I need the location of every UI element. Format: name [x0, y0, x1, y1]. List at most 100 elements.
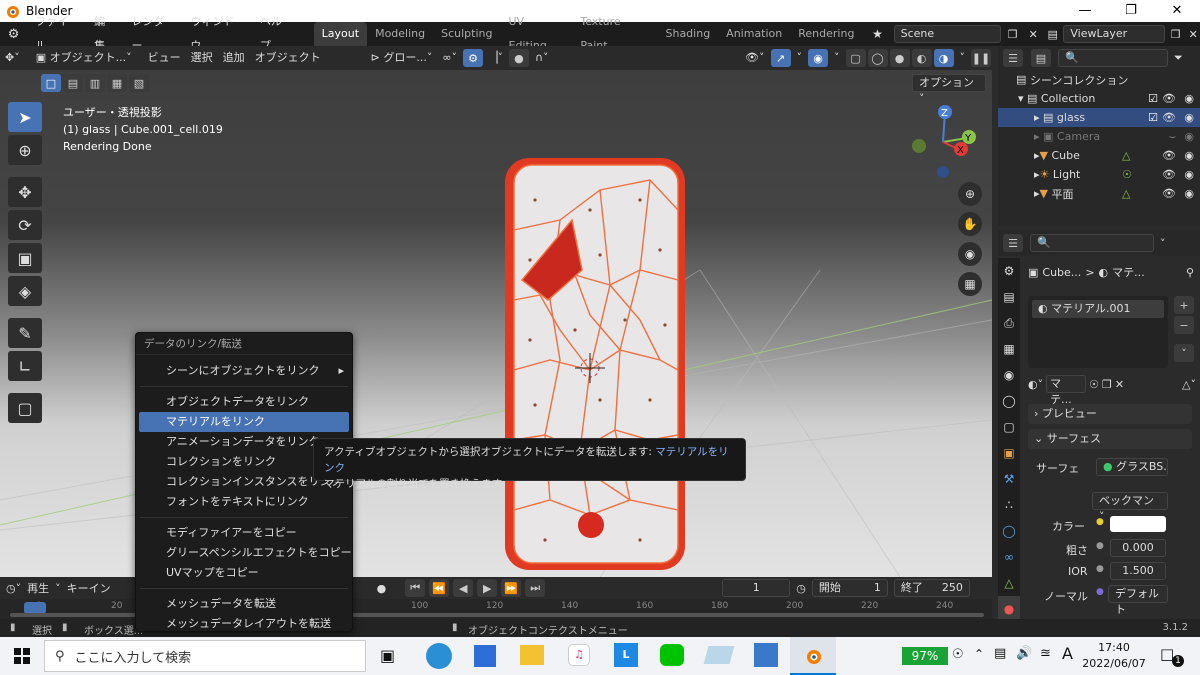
material-name-field[interactable]: マテ...	[1046, 375, 1087, 406]
next-key-icon[interactable]: ⏩	[501, 579, 522, 597]
wifi-icon[interactable]: ≊	[1040, 646, 1051, 661]
eye-icon[interactable]: 👁	[1162, 149, 1176, 162]
menu-item-copy-gp-effects[interactable]: グリースペンシルエフェクトをコピー	[136, 543, 352, 563]
menu-object[interactable]: オブジェクト	[250, 49, 326, 67]
outliner-scene-collection[interactable]: ▤ シーンコレクション	[998, 70, 1200, 89]
pause-render-icon[interactable]: ❚❚	[971, 49, 991, 67]
slot-menu-icon[interactable]: ˅	[1174, 344, 1194, 362]
pivot-icon[interactable]: ∞˅	[437, 49, 462, 67]
maximize-button[interactable]: ❐	[1108, 0, 1154, 22]
outliner-display-icon[interactable]: ▤	[1031, 49, 1051, 67]
keying-menu[interactable]: キーイン	[67, 580, 111, 596]
surface-shader-field[interactable]: ● グラスBS...	[1096, 458, 1168, 476]
camera-icon[interactable]: ◉	[1184, 92, 1194, 105]
select-intersect-icon[interactable]: ▧	[129, 74, 149, 92]
collection-tab-icon[interactable]: ▢	[998, 414, 1020, 440]
camera-view-icon[interactable]: ◉	[958, 242, 982, 266]
network-icon[interactable]: ▤	[994, 646, 1006, 661]
eye-closed-icon[interactable]: ⌣	[1169, 130, 1176, 144]
windows-start-icon[interactable]	[14, 648, 30, 664]
tab-modeling[interactable]: Modeling	[367, 22, 433, 46]
eye-icon[interactable]: 👁	[1162, 187, 1176, 200]
normal-field[interactable]: デフォルト	[1108, 585, 1168, 616]
select-tool-icon[interactable]: ➤	[8, 102, 42, 132]
tab-sculpting[interactable]: Sculpting	[433, 22, 500, 46]
visibility-icon[interactable]: 👁˅	[740, 49, 769, 67]
duplicate-material-icon[interactable]: ❐	[1102, 378, 1112, 391]
surface-panel-header[interactable]: ⌄ サーフェス	[1028, 429, 1192, 449]
camera-icon[interactable]: ◉	[1184, 187, 1194, 200]
ortho-grid-icon[interactable]: ▦	[958, 272, 982, 296]
outliner-item-glass[interactable]: ▸ ▤ glass ☑ 👁 ◉	[998, 108, 1200, 127]
data-tab-icon[interactable]: △	[998, 570, 1020, 596]
menu-add[interactable]: 追加	[218, 49, 250, 67]
tool-tab-icon[interactable]: ⚙	[998, 258, 1020, 284]
roughness-field[interactable]: 0.000	[1110, 539, 1166, 557]
menu-view[interactable]: ビュー	[143, 49, 186, 67]
itunes-icon[interactable]: ♫	[568, 644, 590, 666]
close-button[interactable]: ✕	[1154, 0, 1200, 22]
task-view-icon[interactable]: ▣	[380, 646, 395, 665]
overlay-dropdown-icon[interactable]: ˅	[829, 49, 845, 67]
move-tool-icon[interactable]: ✥	[8, 177, 42, 207]
transform-tool-icon[interactable]: ◈	[8, 276, 42, 306]
ime-indicator[interactable]: A	[1062, 644, 1073, 663]
outliner-item-camera[interactable]: ▸ ▣ Camera ⌣ ◉	[998, 127, 1200, 146]
mode-select[interactable]: ▣ オブジェクト...˅	[31, 49, 137, 67]
outliner-item-cube[interactable]: ▸ ▼ Cube △ 👁 ◉	[998, 146, 1200, 165]
scene-field[interactable]: Scene	[893, 25, 1002, 43]
menu-item-link-to-scene[interactable]: シーンにオブジェクトをリンク ▸	[136, 361, 352, 381]
navigation-gizmo[interactable]: Z Y X	[905, 100, 985, 180]
menu-item-copy-uv-maps[interactable]: UVマップをコピー	[136, 563, 352, 583]
camera-icon[interactable]: ◉	[1184, 130, 1194, 143]
outliner-filter-icon[interactable]: ⏷	[1174, 51, 1183, 65]
shading-dropdown-icon[interactable]: ˅	[955, 49, 971, 67]
eye-icon[interactable]: 👁	[1162, 168, 1176, 181]
material-slot-item[interactable]: ◐ マテリアル.001	[1032, 300, 1164, 318]
select-subtract-icon[interactable]: ▥	[85, 74, 105, 92]
photos-icon[interactable]	[754, 643, 778, 667]
line-icon[interactable]	[660, 644, 684, 666]
slot-add-icon[interactable]: +	[1174, 296, 1194, 314]
edge-icon[interactable]	[426, 643, 452, 669]
tab-layout[interactable]: Layout	[313, 22, 368, 46]
taskbar-search-input[interactable]: ⚲ ここに入力して検索	[44, 640, 366, 672]
outliner-search-input[interactable]: 🔍	[1058, 49, 1168, 67]
glass-phone-object[interactable]	[505, 158, 685, 570]
menu-item-copy-modifiers[interactable]: モディファイアーをコピー	[136, 523, 352, 543]
ior-field[interactable]: 1.500	[1110, 562, 1166, 580]
socket-dot-icon[interactable]: ●	[1096, 587, 1104, 597]
tab-rendering[interactable]: Rendering	[790, 22, 862, 46]
physics-tab-icon[interactable]: ◯	[998, 518, 1020, 544]
particles-tab-icon[interactable]: ∴	[998, 492, 1020, 518]
camera-icon[interactable]: ◉	[1184, 149, 1194, 162]
clock[interactable]: 17:40 2022/06/07	[1082, 640, 1146, 672]
measure-tool-icon[interactable]: ∟	[8, 351, 42, 381]
pin-icon[interactable]: ⚲	[1186, 266, 1194, 279]
material-browse-icon[interactable]: ◐˅	[1028, 378, 1043, 391]
overlay-icon[interactable]: ◉	[808, 49, 828, 67]
viewlayer-remove-icon[interactable]: ✕	[1186, 28, 1200, 41]
scale-tool-icon[interactable]: ▣	[8, 243, 42, 273]
prev-key-icon[interactable]: ⏪	[429, 579, 450, 597]
snap-icon[interactable]: ⚙	[463, 49, 483, 67]
wireframe-shading-icon[interactable]: ◯	[867, 49, 888, 67]
start-frame-field[interactable]: 開始 1	[811, 579, 888, 597]
clock-icon[interactable]: ◷	[796, 582, 806, 595]
chevron-up-icon[interactable]: ⌃	[974, 647, 984, 661]
app-icon[interactable]	[703, 646, 735, 664]
outliner-editor-icon[interactable]: ☰	[1003, 49, 1023, 67]
end-frame-field[interactable]: 終了 250	[893, 579, 970, 597]
constraints-tab-icon[interactable]: ∞	[998, 544, 1020, 570]
playback-menu[interactable]: 再生	[27, 580, 49, 596]
socket-dot-icon[interactable]: ●	[1096, 564, 1104, 574]
xray-icon[interactable]: ▢	[845, 49, 866, 67]
minimize-button[interactable]: —	[1062, 0, 1108, 22]
color-swatch[interactable]	[1110, 516, 1166, 532]
scene-new-icon[interactable]: ❐	[1001, 28, 1024, 41]
record-icon[interactable]: ●	[377, 582, 387, 595]
distribution-select[interactable]: ベックマン ˅	[1092, 492, 1168, 523]
proportional-edit-icon[interactable]: ●	[508, 49, 529, 67]
preview-panel-header[interactable]: › プレビュー	[1028, 404, 1192, 424]
scene-tab-icon[interactable]: ◉	[998, 362, 1020, 388]
